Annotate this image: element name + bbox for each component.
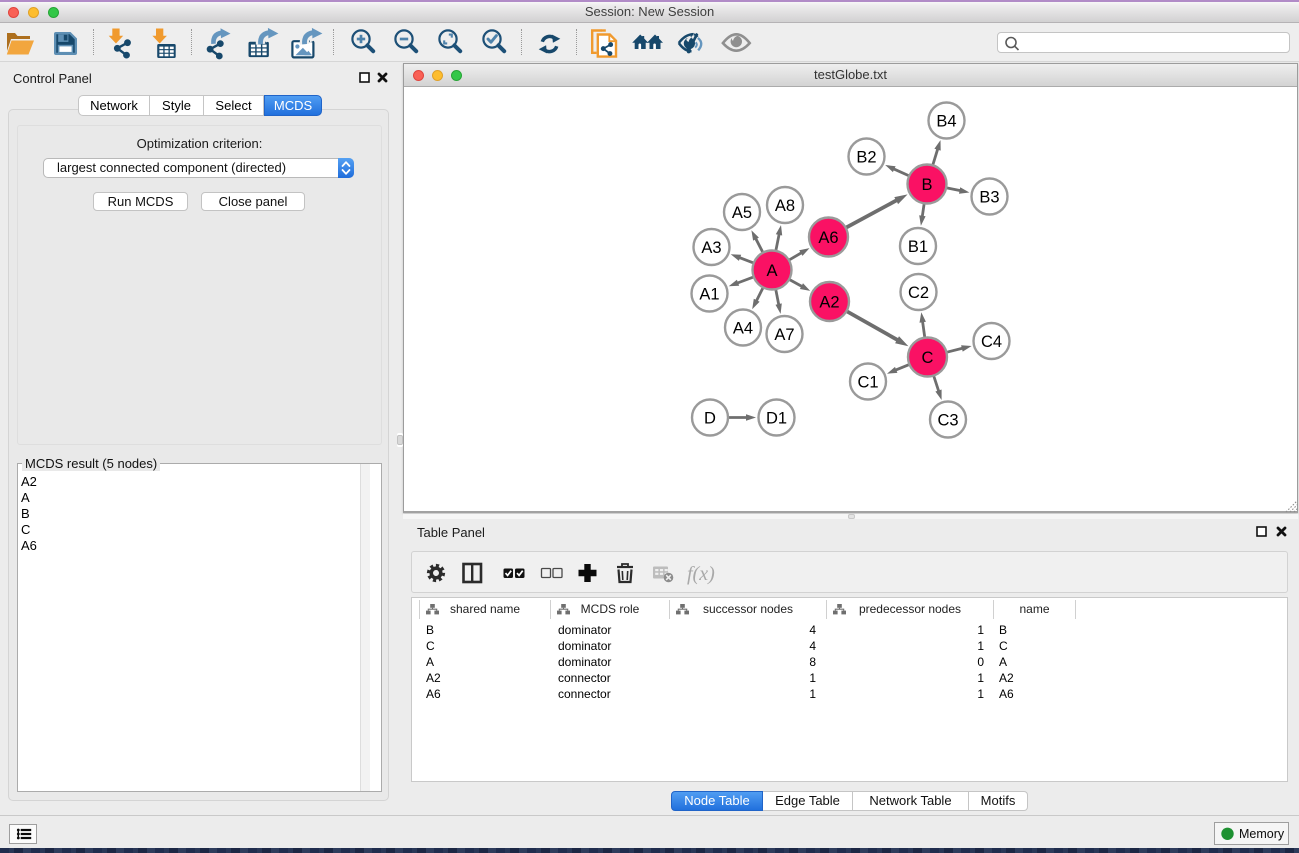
svg-text:A6: A6 bbox=[818, 229, 838, 247]
svg-text:f(x): f(x) bbox=[687, 563, 715, 585]
svg-text:A3: A3 bbox=[701, 239, 721, 257]
svg-text:D: D bbox=[704, 410, 716, 428]
svg-text:B4: B4 bbox=[936, 113, 956, 131]
svg-text:A8: A8 bbox=[775, 197, 795, 215]
svg-text:A1: A1 bbox=[699, 286, 719, 304]
svg-text:A4: A4 bbox=[733, 320, 753, 338]
svg-text:B2: B2 bbox=[856, 149, 876, 167]
svg-text:C1: C1 bbox=[857, 374, 878, 392]
svg-text:A5: A5 bbox=[732, 204, 752, 222]
svg-text:A: A bbox=[766, 262, 777, 280]
svg-text:D1: D1 bbox=[766, 410, 787, 428]
svg-text:A2: A2 bbox=[819, 294, 839, 312]
svg-text:Memory: Memory bbox=[1239, 827, 1285, 841]
svg-text:B: B bbox=[921, 176, 932, 194]
svg-text:B3: B3 bbox=[979, 189, 999, 207]
svg-text:C2: C2 bbox=[908, 284, 929, 302]
svg-text:C3: C3 bbox=[937, 412, 958, 430]
svg-text:C4: C4 bbox=[981, 333, 1002, 351]
svg-text:B1: B1 bbox=[908, 238, 928, 256]
svg-text:A7: A7 bbox=[774, 326, 794, 344]
svg-text:C: C bbox=[922, 349, 934, 367]
